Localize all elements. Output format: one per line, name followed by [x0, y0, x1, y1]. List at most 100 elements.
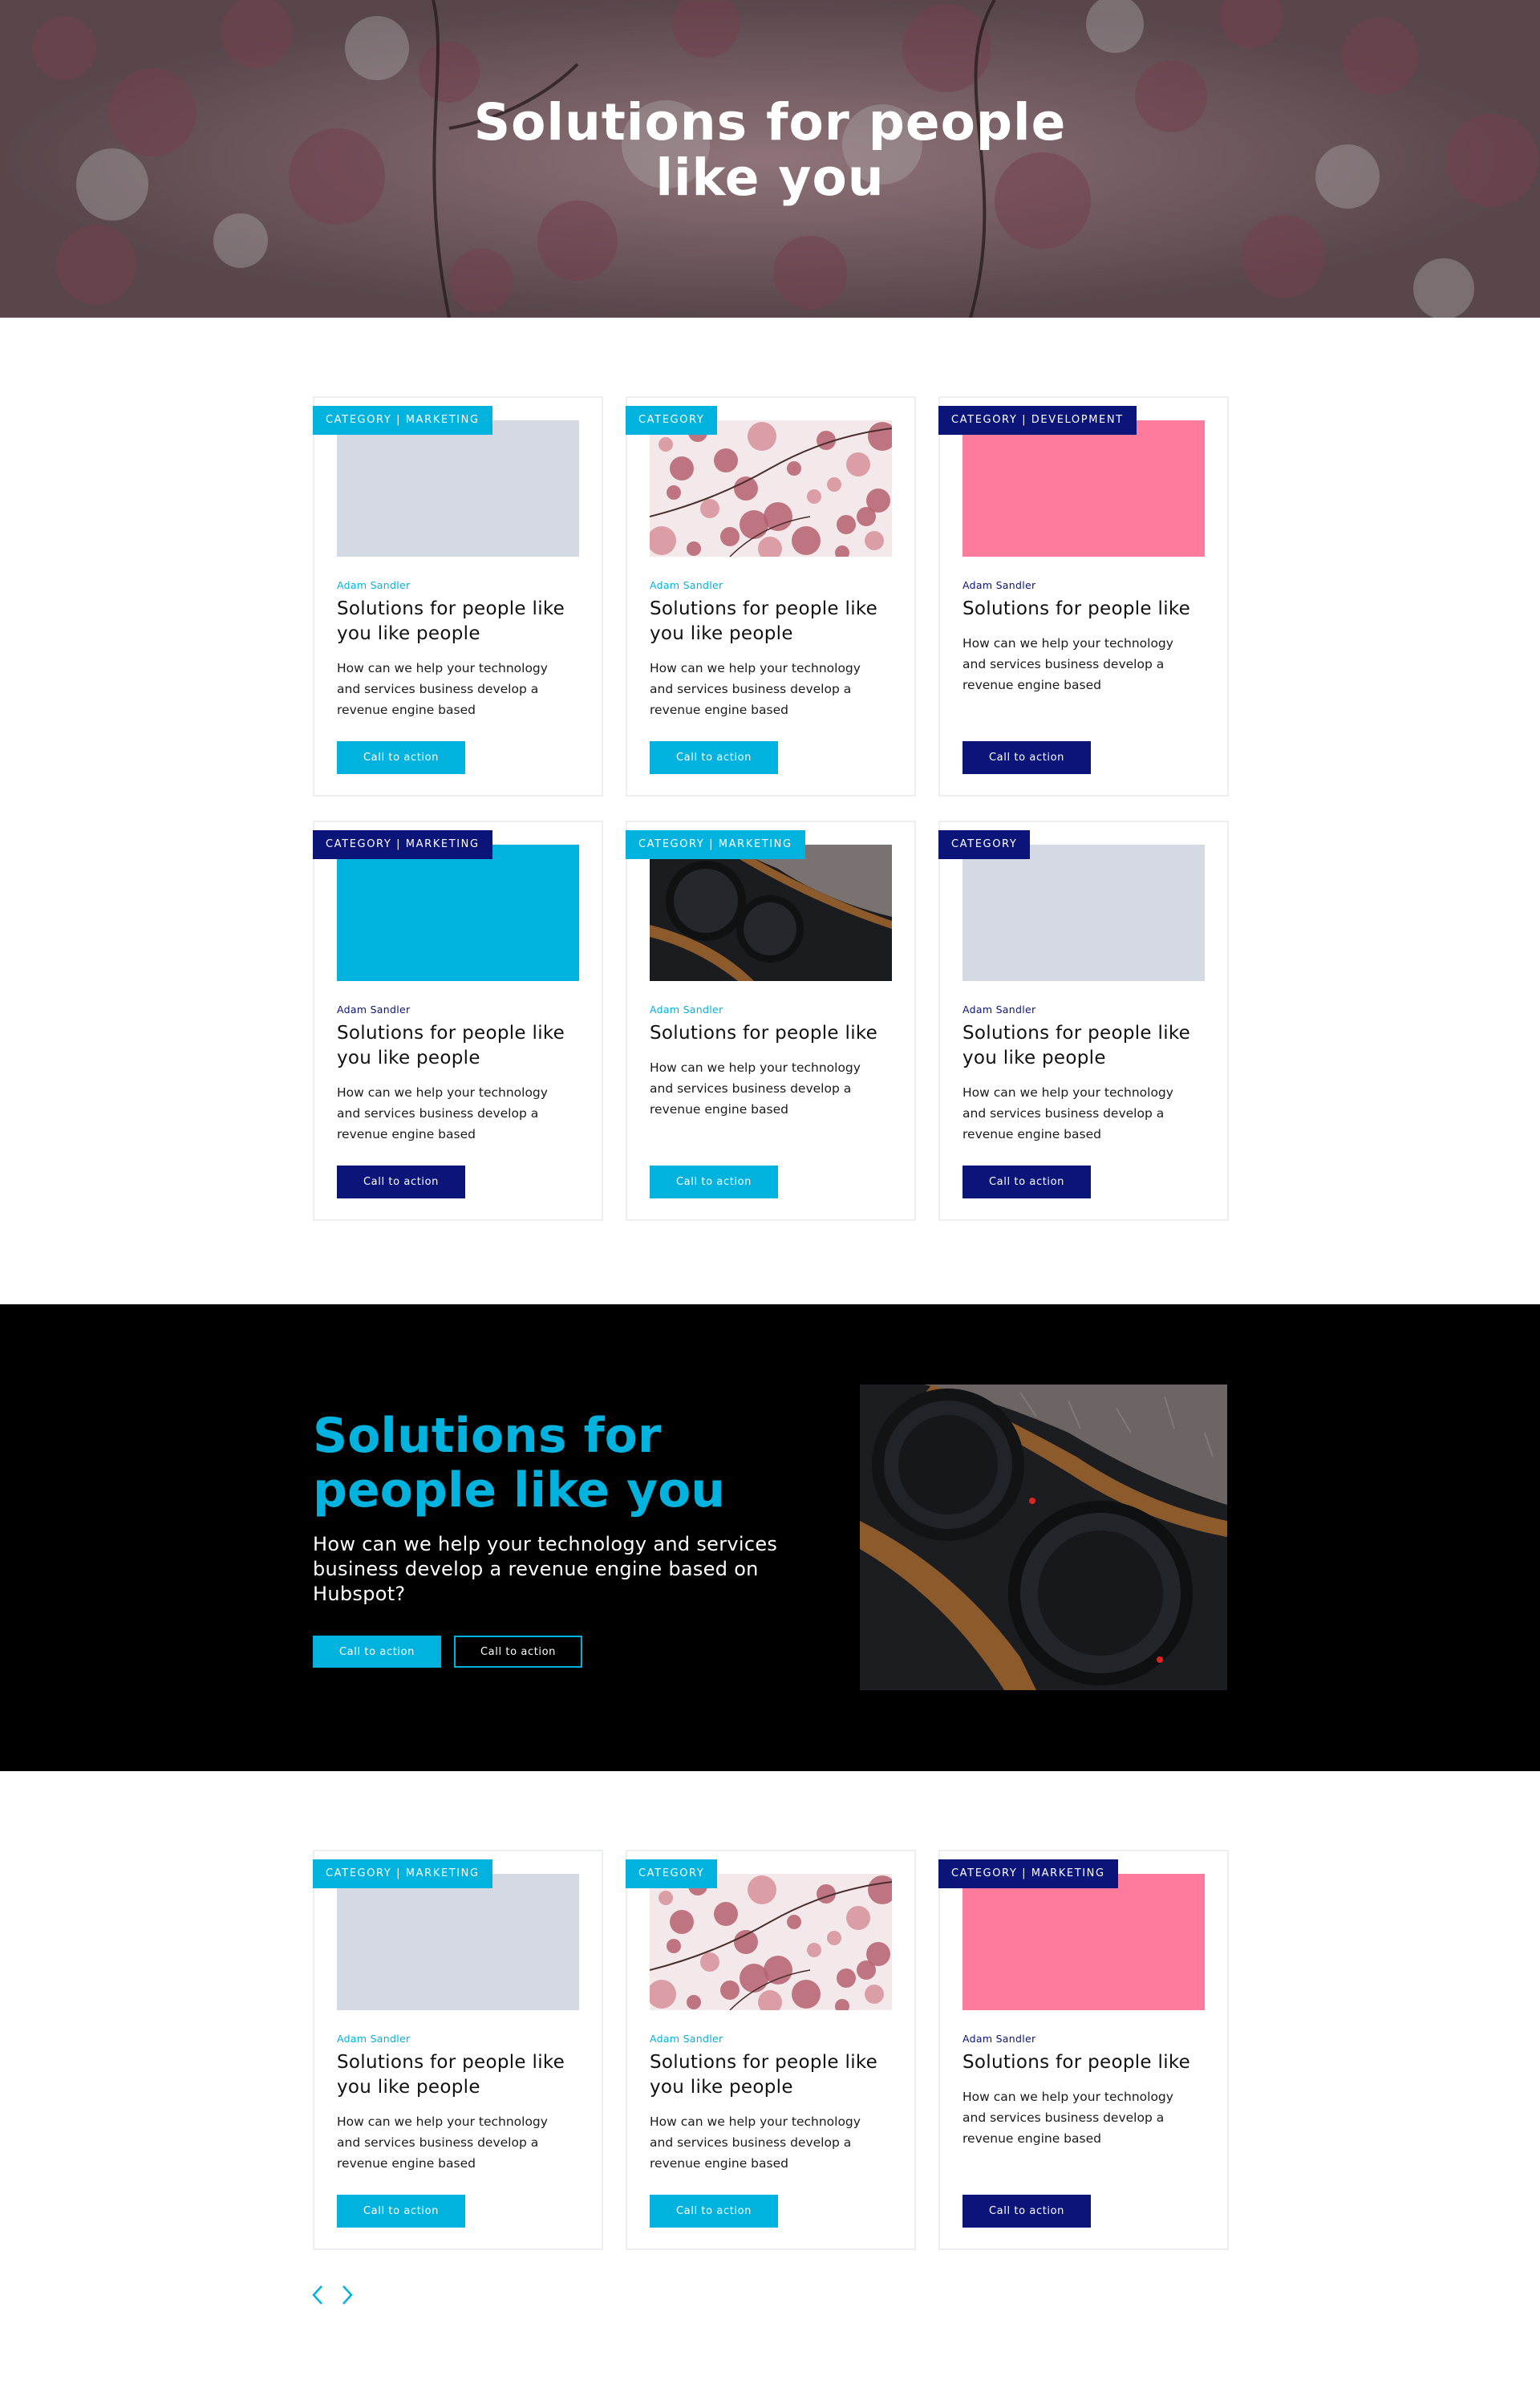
card-title-line: Solutions for people like: [962, 2052, 1191, 2073]
card-author[interactable]: Adam Sandler: [650, 2033, 723, 2045]
card-author[interactable]: Adam Sandler: [337, 1003, 410, 1016]
category-tag[interactable]: CATEGORY | MARKETING: [313, 830, 492, 859]
cherry-blossom-image: [650, 420, 892, 557]
card-cta-button[interactable]: Call to action: [337, 741, 465, 774]
card-title-line: you like people: [337, 2077, 480, 2098]
card-title-line: you like people: [650, 2077, 793, 2098]
feature-section: Solutions for people like you How can we…: [0, 1304, 1540, 1771]
card-description: How can we help your technology and servi…: [650, 2111, 898, 2174]
category-tag[interactable]: CATEGORY: [938, 830, 1031, 859]
card-description-line: How can we help your technology: [650, 661, 861, 675]
feature-title: Solutions for people like you: [313, 1408, 726, 1518]
card-cta-button[interactable]: Call to action: [337, 1166, 465, 1198]
card-description-line: revenue engine based: [337, 2156, 476, 2171]
image-placeholder: [337, 1874, 579, 2010]
category-tag[interactable]: CATEGORY: [626, 406, 718, 435]
card-description-line: and services business develop a: [337, 1106, 539, 1121]
hero-banner: Solutions for people like you: [0, 0, 1540, 318]
carousel-next-button[interactable]: [338, 2283, 357, 2307]
card-cta-button[interactable]: Call to action: [337, 2195, 465, 2228]
card-description: How can we help your technology and servi…: [650, 658, 898, 720]
card-title-line: Solutions for people like: [337, 2052, 565, 2073]
card-title-line: Solutions for people like: [337, 598, 565, 619]
card-description-line: and services business develop a: [962, 2110, 1165, 2125]
card-title-line: you like people: [337, 1048, 480, 1068]
card-description-line: and services business develop a: [337, 682, 539, 696]
card-description-line: revenue engine based: [337, 1127, 476, 1141]
feature-secondary-button[interactable]: Call to action: [454, 1636, 582, 1668]
card-description-line: and services business develop a: [962, 657, 1165, 671]
card-description-line: revenue engine based: [650, 2156, 788, 2171]
card-title[interactable]: Solutions for people like you like people: [337, 2050, 586, 2100]
card-title[interactable]: Solutions for people like you like people: [337, 597, 586, 647]
category-tag[interactable]: CATEGORY | MARKETING: [938, 1859, 1118, 1888]
article-card[interactable]: CATEGORY | MARKETING Adam Sandler Solution…: [938, 1850, 1229, 2250]
card-author[interactable]: Adam Sandler: [337, 2033, 410, 2045]
card-cta-button[interactable]: Call to action: [650, 1166, 778, 1198]
card-title-line: you like people: [650, 623, 793, 644]
card-title[interactable]: Solutions for people like: [650, 1021, 898, 1046]
card-title-line: Solutions for people like: [962, 598, 1191, 619]
card-description-line: revenue engine based: [650, 1102, 788, 1117]
article-card[interactable]: CATEGORY | MARKETING Adam Sandler Solution…: [313, 1850, 603, 2250]
feature-primary-button[interactable]: Call to action: [313, 1636, 441, 1668]
card-title[interactable]: Solutions for people like you like people: [962, 1021, 1211, 1071]
card-description-line: revenue engine based: [962, 678, 1101, 692]
card-description-line: and services business develop a: [337, 2135, 539, 2150]
cherry-blossom-image: [650, 1874, 892, 2010]
card-title-line: Solutions for people like: [962, 1023, 1191, 1044]
card-description-line: revenue engine based: [962, 1127, 1101, 1141]
card-description-line: How can we help your technology: [337, 2114, 548, 2129]
camera-lens-image: [860, 1385, 1227, 1690]
card-author[interactable]: Adam Sandler: [650, 1003, 723, 1016]
article-card[interactable]: CATEGORY | DEVELOPMENT Adam Sandler Soluti…: [938, 396, 1229, 797]
article-card[interactable]: CATEGORY Adam Sandler Solutions for people…: [626, 396, 916, 797]
card-title[interactable]: Solutions for people like you like people: [337, 1021, 586, 1071]
card-cta-button[interactable]: Call to action: [962, 2195, 1091, 2228]
card-description-line: How can we help your technology: [337, 1085, 548, 1100]
chevron-left-icon: [312, 2285, 322, 2305]
card-description-line: and services business develop a: [650, 1081, 852, 1096]
card-author[interactable]: Adam Sandler: [962, 2033, 1035, 2045]
card-description: How can we help your technology and servi…: [962, 633, 1211, 695]
camera-lens-image: [650, 845, 892, 981]
card-grid-top: CATEGORY | MARKETING Adam Sandler Solution…: [0, 318, 1540, 1304]
card-title-line: Solutions for people like: [650, 1023, 878, 1044]
card-description: How can we help your technology and servi…: [650, 1057, 898, 1120]
card-description-line: revenue engine based: [962, 2131, 1101, 2146]
category-tag[interactable]: CATEGORY | MARKETING: [313, 1859, 492, 1888]
card-title[interactable]: Solutions for people like: [962, 597, 1211, 622]
article-card[interactable]: CATEGORY Adam Sandler Solutions for people…: [938, 821, 1229, 1221]
article-card[interactable]: CATEGORY | MARKETING Adam Sandler Solution…: [313, 821, 603, 1221]
carousel-prev-button[interactable]: [308, 2283, 327, 2307]
card-cta-button[interactable]: Call to action: [962, 741, 1091, 774]
card-description-line: revenue engine based: [650, 703, 788, 717]
card-title-line: Solutions for people like: [650, 2052, 878, 2073]
card-description-line: and services business develop a: [962, 1106, 1165, 1121]
card-description: How can we help your technology and servi…: [962, 2086, 1211, 2149]
card-author[interactable]: Adam Sandler: [962, 1003, 1035, 1016]
card-author[interactable]: Adam Sandler: [962, 579, 1035, 591]
card-author[interactable]: Adam Sandler: [650, 579, 723, 591]
card-title-line: Solutions for people like: [650, 598, 878, 619]
image-placeholder: [337, 420, 579, 557]
card-title[interactable]: Solutions for people like you like people: [650, 597, 898, 647]
article-card[interactable]: CATEGORY Adam Sandler Solutions for people…: [626, 1850, 916, 2250]
card-title-line: you like people: [337, 623, 480, 644]
category-tag[interactable]: CATEGORY | DEVELOPMENT: [938, 406, 1137, 435]
category-tag[interactable]: CATEGORY: [626, 1859, 718, 1888]
card-title[interactable]: Solutions for people like you like people: [650, 2050, 898, 2100]
category-tag[interactable]: CATEGORY | MARKETING: [313, 406, 492, 435]
category-tag[interactable]: CATEGORY | MARKETING: [626, 830, 805, 859]
card-description-line: and services business develop a: [650, 2135, 852, 2150]
card-cta-button[interactable]: Call to action: [650, 2195, 778, 2228]
article-card[interactable]: CATEGORY | MARKETING Adam Sandler Solution…: [313, 396, 603, 797]
card-author[interactable]: Adam Sandler: [337, 579, 410, 591]
image-placeholder: [962, 845, 1205, 981]
hero-title: Solutions for people like you: [473, 93, 1067, 207]
card-cta-button[interactable]: Call to action: [650, 741, 778, 774]
card-description-line: How can we help your technology: [962, 636, 1173, 651]
card-title[interactable]: Solutions for people like: [962, 2050, 1211, 2075]
article-card[interactable]: CATEGORY | MARKETING Adam Sandler Solution…: [626, 821, 916, 1221]
card-cta-button[interactable]: Call to action: [962, 1166, 1091, 1198]
